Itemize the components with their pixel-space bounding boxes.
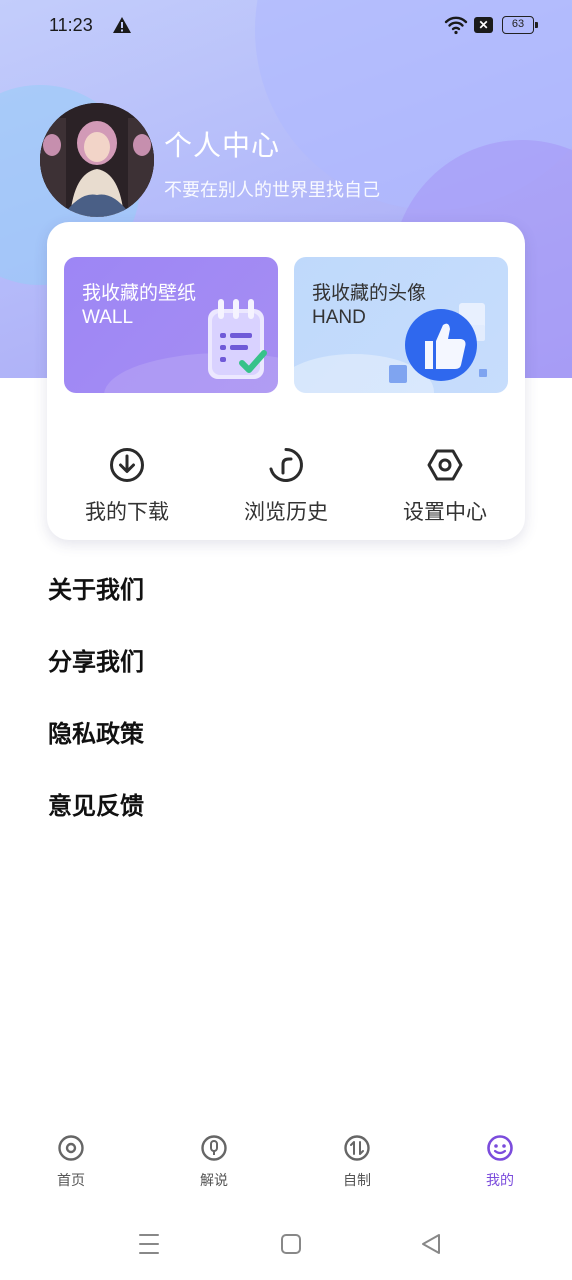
profile-title: 个人中心	[164, 129, 281, 162]
tab-label: 自制	[343, 1173, 371, 1189]
quick-action-label: 设置中心	[403, 500, 487, 524]
smile-icon	[460, 1134, 540, 1166]
settings-icon	[365, 446, 525, 488]
disc-icon	[31, 1134, 111, 1166]
status-time: 11:23	[49, 15, 93, 35]
menu-item-feedback[interactable]: 意见反馈	[48, 786, 144, 821]
tab-self-made[interactable]: 自制	[317, 1134, 397, 1190]
notification-badge: ✕	[474, 17, 493, 33]
tab-label: 首页	[57, 1173, 85, 1189]
quick-action-downloads[interactable]: 我的下载	[47, 446, 207, 526]
quick-action-label: 浏览历史	[244, 500, 328, 524]
wifi-icon	[444, 15, 468, 39]
tab-label: 我的	[486, 1173, 514, 1189]
swap-icon	[317, 1134, 397, 1166]
quick-action-history[interactable]: 浏览历史	[206, 446, 366, 526]
tab-mine[interactable]: 我的	[460, 1134, 540, 1190]
favorite-avatars-subtitle: HAND	[312, 307, 366, 328]
menu-item-share[interactable]: 分享我们	[48, 642, 144, 677]
favorite-avatars-card[interactable]: 我收藏的头像 HAND	[294, 257, 508, 393]
bottom-tab-bar: 首页 解说 自制 我的	[0, 1130, 572, 1200]
menu-item-privacy[interactable]: 隐私政策	[48, 714, 144, 749]
thumbs-up-icon	[383, 289, 508, 393]
quick-action-settings[interactable]: 设置中心	[365, 446, 525, 526]
menu-icon[interactable]	[138, 1232, 160, 1260]
home-square-icon[interactable]	[280, 1233, 302, 1259]
favorite-wallpapers-subtitle: WALL	[82, 307, 134, 328]
system-nav-bar	[0, 1222, 572, 1272]
favorite-wallpapers-title: 我收藏的壁纸	[82, 282, 197, 304]
battery-indicator: 63	[502, 16, 538, 34]
back-triangle-icon[interactable]	[420, 1233, 442, 1259]
tab-commentary[interactable]: 解说	[174, 1134, 254, 1190]
warning-icon	[112, 16, 132, 38]
favorite-wallpapers-card[interactable]: 我收藏的壁纸 WALL	[64, 257, 278, 393]
quick-action-label: 我的下载	[85, 500, 169, 524]
tab-label: 解说	[200, 1173, 228, 1189]
tab-home[interactable]: 首页	[31, 1134, 111, 1190]
status-bar: 11:23 ✕ 63	[0, 0, 572, 52]
download-icon	[47, 446, 207, 488]
menu-item-about[interactable]: 关于我们	[48, 570, 144, 605]
microphone-icon	[174, 1134, 254, 1166]
collection-card: 我收藏的壁纸 WALL 我收藏的头像 HAND 我的下载 浏览历史 设置中心	[47, 222, 525, 540]
notepad-check-icon	[188, 293, 278, 393]
profile-subtitle: 不要在别人的世界里找自己	[164, 180, 380, 201]
history-icon	[206, 446, 366, 488]
avatar[interactable]	[40, 103, 154, 217]
